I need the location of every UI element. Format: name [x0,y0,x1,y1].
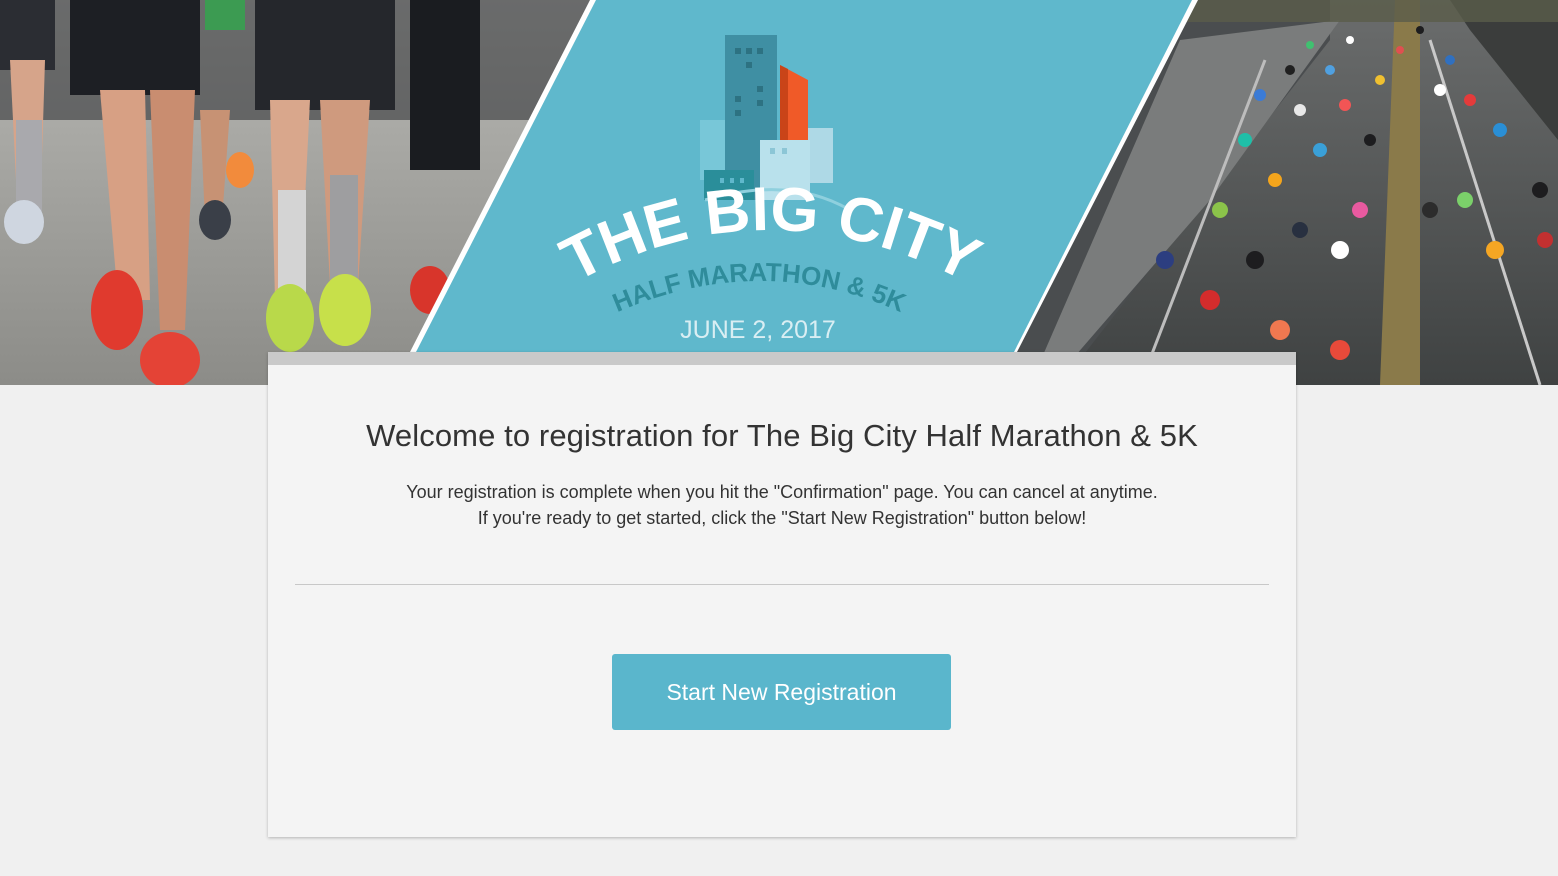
logo-date: JUNE 2, 2017 [680,316,836,344]
intro-line-1: Your registration is complete when you h… [406,482,1158,502]
intro-text: Your registration is complete when you h… [268,479,1296,531]
page-title: Welcome to registration for The Big City… [366,418,1198,453]
intro-line-2: If you're ready to get started, click th… [477,508,1087,528]
header-banner: THE BIG CITY HALF MARATHON & 5K JUNE 2, … [0,0,1558,385]
registration-card: Welcome to registration for The Big City… [268,352,1296,837]
start-new-registration-button[interactable]: Start New Registration [612,654,951,730]
divider [295,584,1269,585]
